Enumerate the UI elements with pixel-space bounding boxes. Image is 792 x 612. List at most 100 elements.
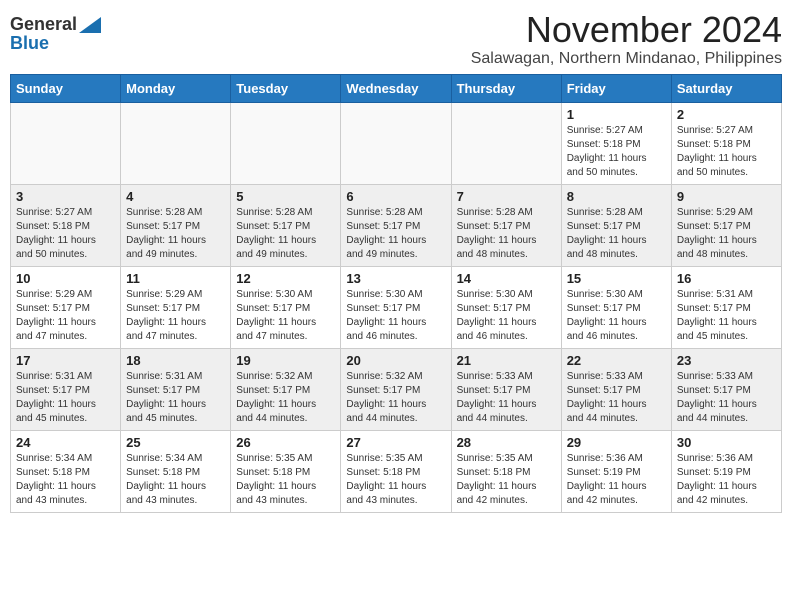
day-info: Sunrise: 5:31 AM Sunset: 5:17 PM Dayligh… <box>677 288 776 344</box>
day-number: 21 <box>457 353 556 368</box>
day-number: 25 <box>126 435 225 450</box>
day-number: 16 <box>677 271 776 286</box>
day-number: 2 <box>677 107 776 122</box>
location-title: Salawagan, Northern Mindanao, Philippine… <box>471 50 782 68</box>
logo-general: General <box>10 14 77 35</box>
day-number: 3 <box>16 189 115 204</box>
calendar-cell: 4 Sunrise: 5:28 AM Sunset: 5:17 PM Daylig… <box>121 184 231 266</box>
day-info: Sunrise: 5:36 AM Sunset: 5:19 PM Dayligh… <box>677 452 776 508</box>
calendar-cell: 10 Sunrise: 5:29 AM Sunset: 5:17 PM Dayli… <box>11 266 121 348</box>
day-info: Sunrise: 5:35 AM Sunset: 5:18 PM Dayligh… <box>236 452 335 508</box>
day-info: Sunrise: 5:30 AM Sunset: 5:17 PM Dayligh… <box>346 288 445 344</box>
calendar-cell: 16 Sunrise: 5:31 AM Sunset: 5:17 PM Dayli… <box>671 266 781 348</box>
calendar-cell: 2 Sunrise: 5:27 AM Sunset: 5:18 PM Daylig… <box>671 102 781 184</box>
day-info: Sunrise: 5:28 AM Sunset: 5:17 PM Dayligh… <box>457 206 556 262</box>
day-number: 10 <box>16 271 115 286</box>
day-number: 14 <box>457 271 556 286</box>
calendar-cell: 17 Sunrise: 5:31 AM Sunset: 5:17 PM Dayli… <box>11 348 121 430</box>
month-title: November 2024 <box>471 10 782 50</box>
day-info: Sunrise: 5:29 AM Sunset: 5:17 PM Dayligh… <box>126 288 225 344</box>
day-number: 28 <box>457 435 556 450</box>
day-number: 1 <box>567 107 666 122</box>
calendar-cell: 5 Sunrise: 5:28 AM Sunset: 5:17 PM Daylig… <box>231 184 341 266</box>
day-info: Sunrise: 5:29 AM Sunset: 5:17 PM Dayligh… <box>16 288 115 344</box>
calendar-cell: 26 Sunrise: 5:35 AM Sunset: 5:18 PM Dayli… <box>231 430 341 512</box>
day-info: Sunrise: 5:28 AM Sunset: 5:17 PM Dayligh… <box>126 206 225 262</box>
day-info: Sunrise: 5:34 AM Sunset: 5:18 PM Dayligh… <box>16 452 115 508</box>
calendar-cell: 30 Sunrise: 5:36 AM Sunset: 5:19 PM Dayli… <box>671 430 781 512</box>
calendar-week-3: 10 Sunrise: 5:29 AM Sunset: 5:17 PM Dayli… <box>11 266 782 348</box>
day-number: 20 <box>346 353 445 368</box>
calendar-cell: 25 Sunrise: 5:34 AM Sunset: 5:18 PM Dayli… <box>121 430 231 512</box>
day-info: Sunrise: 5:32 AM Sunset: 5:17 PM Dayligh… <box>236 370 335 426</box>
day-number: 19 <box>236 353 335 368</box>
day-info: Sunrise: 5:34 AM Sunset: 5:18 PM Dayligh… <box>126 452 225 508</box>
day-number: 26 <box>236 435 335 450</box>
calendar-cell: 28Sunrise: 5:35 AM Sunset: 5:18 PM Dayli… <box>451 430 561 512</box>
day-info: Sunrise: 5:27 AM Sunset: 5:18 PM Dayligh… <box>567 124 666 180</box>
calendar-cell: 24 Sunrise: 5:34 AM Sunset: 5:18 PM Dayli… <box>11 430 121 512</box>
day-number: 24 <box>16 435 115 450</box>
calendar-cell <box>231 102 341 184</box>
weekday-header-friday: Friday <box>561 74 671 102</box>
day-info: Sunrise: 5:30 AM Sunset: 5:17 PM Dayligh… <box>236 288 335 344</box>
day-number: 29 <box>567 435 666 450</box>
day-number: 27 <box>346 435 445 450</box>
calendar-table: SundayMondayTuesdayWednesdayThursdayFrid… <box>10 74 782 513</box>
calendar-cell: 29 Sunrise: 5:36 AM Sunset: 5:19 PM Dayli… <box>561 430 671 512</box>
day-info: Sunrise: 5:28 AM Sunset: 5:17 PM Dayligh… <box>567 206 666 262</box>
day-number: 5 <box>236 189 335 204</box>
day-number: 9 <box>677 189 776 204</box>
day-number: 23 <box>677 353 776 368</box>
weekday-header-wednesday: Wednesday <box>341 74 451 102</box>
day-number: 22 <box>567 353 666 368</box>
calendar-cell: 18Sunrise: 5:31 AM Sunset: 5:17 PM Dayli… <box>121 348 231 430</box>
calendar-week-5: 24 Sunrise: 5:34 AM Sunset: 5:18 PM Dayli… <box>11 430 782 512</box>
logo: General Blue <box>10 10 101 54</box>
day-info: Sunrise: 5:29 AM Sunset: 5:17 PM Dayligh… <box>677 206 776 262</box>
calendar-week-2: 3 Sunrise: 5:27 AM Sunset: 5:18 PM Daylig… <box>11 184 782 266</box>
day-info: Sunrise: 5:36 AM Sunset: 5:19 PM Dayligh… <box>567 452 666 508</box>
calendar-cell: 3 Sunrise: 5:27 AM Sunset: 5:18 PM Daylig… <box>11 184 121 266</box>
calendar-cell <box>341 102 451 184</box>
logo-icon <box>79 17 101 33</box>
calendar-cell: 21Sunrise: 5:33 AM Sunset: 5:17 PM Dayli… <box>451 348 561 430</box>
calendar-cell: 20 Sunrise: 5:32 AM Sunset: 5:17 PM Dayli… <box>341 348 451 430</box>
day-number: 17 <box>16 353 115 368</box>
page-header: General Blue November 2024 Salawagan, No… <box>10 10 782 68</box>
calendar-cell: 8Sunrise: 5:28 AM Sunset: 5:17 PM Daylig… <box>561 184 671 266</box>
calendar-cell: 1 Sunrise: 5:27 AM Sunset: 5:18 PM Daylig… <box>561 102 671 184</box>
weekday-header-tuesday: Tuesday <box>231 74 341 102</box>
day-info: Sunrise: 5:30 AM Sunset: 5:17 PM Dayligh… <box>567 288 666 344</box>
day-number: 7 <box>457 189 556 204</box>
day-number: 12 <box>236 271 335 286</box>
day-number: 15 <box>567 271 666 286</box>
calendar-week-1: 1 Sunrise: 5:27 AM Sunset: 5:18 PM Daylig… <box>11 102 782 184</box>
logo-blue: Blue <box>10 33 49 54</box>
day-info: Sunrise: 5:31 AM Sunset: 5:17 PM Dayligh… <box>126 370 225 426</box>
day-number: 4 <box>126 189 225 204</box>
weekday-header-sunday: Sunday <box>11 74 121 102</box>
calendar-cell: 15 Sunrise: 5:30 AM Sunset: 5:17 PM Dayli… <box>561 266 671 348</box>
day-info: Sunrise: 5:27 AM Sunset: 5:18 PM Dayligh… <box>16 206 115 262</box>
calendar-cell: 6Sunrise: 5:28 AM Sunset: 5:17 PM Daylig… <box>341 184 451 266</box>
day-info: Sunrise: 5:31 AM Sunset: 5:17 PM Dayligh… <box>16 370 115 426</box>
day-number: 13 <box>346 271 445 286</box>
calendar-cell <box>121 102 231 184</box>
day-number: 30 <box>677 435 776 450</box>
day-info: Sunrise: 5:27 AM Sunset: 5:18 PM Dayligh… <box>677 124 776 180</box>
day-number: 11 <box>126 271 225 286</box>
day-info: Sunrise: 5:35 AM Sunset: 5:18 PM Dayligh… <box>346 452 445 508</box>
calendar-cell <box>451 102 561 184</box>
day-info: Sunrise: 5:32 AM Sunset: 5:17 PM Dayligh… <box>346 370 445 426</box>
day-number: 6 <box>346 189 445 204</box>
calendar-week-4: 17 Sunrise: 5:31 AM Sunset: 5:17 PM Dayli… <box>11 348 782 430</box>
title-section: November 2024 Salawagan, Northern Mindan… <box>471 10 782 68</box>
calendar-cell: 14Sunrise: 5:30 AM Sunset: 5:17 PM Dayli… <box>451 266 561 348</box>
weekday-header-thursday: Thursday <box>451 74 561 102</box>
calendar-cell: 22Sunrise: 5:33 AM Sunset: 5:17 PM Dayli… <box>561 348 671 430</box>
calendar-header-row: SundayMondayTuesdayWednesdayThursdayFrid… <box>11 74 782 102</box>
day-info: Sunrise: 5:28 AM Sunset: 5:17 PM Dayligh… <box>236 206 335 262</box>
calendar-cell: 11 Sunrise: 5:29 AM Sunset: 5:17 PM Dayli… <box>121 266 231 348</box>
calendar-cell <box>11 102 121 184</box>
